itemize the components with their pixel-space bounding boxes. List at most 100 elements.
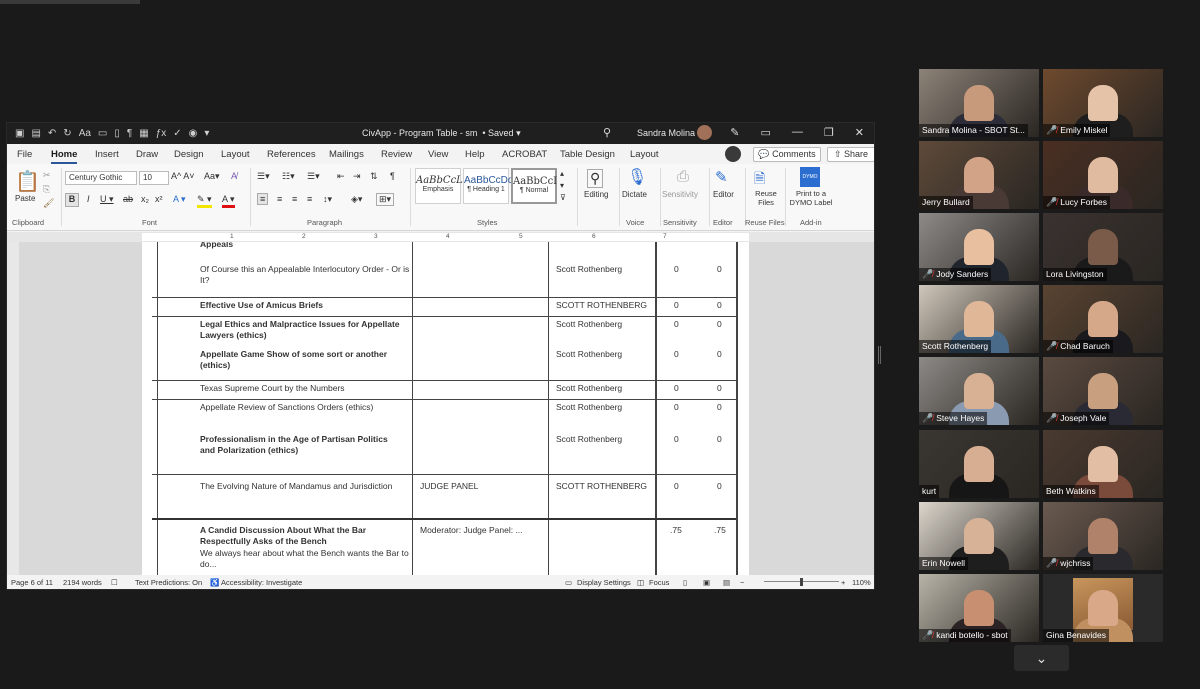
undo-icon[interactable]: ↶ xyxy=(48,127,56,140)
spelling-icon[interactable]: ✓ xyxy=(173,127,181,140)
format-painter-icon[interactable]: 🖌 xyxy=(43,198,54,209)
paste-icon[interactable]: 📋 xyxy=(15,169,40,194)
table-row[interactable]: Texas Supreme Court by the Numbers Scott… xyxy=(152,381,736,400)
multilevel-list-icon[interactable]: ☰▾ xyxy=(307,171,320,182)
dymo-button[interactable]: Print to a DYMO Label xyxy=(787,189,835,207)
participant-tile[interactable]: Gina Benavides xyxy=(1043,574,1163,642)
table-row[interactable]: Legal Ethics and Malpractice Issues for … xyxy=(152,317,736,381)
participant-tile[interactable]: Scott Rothenberg xyxy=(919,285,1039,353)
underline-button[interactable]: U ▾ xyxy=(100,194,114,205)
tab-help[interactable]: Help xyxy=(465,149,485,160)
italic-button[interactable]: I xyxy=(87,194,90,204)
accessibility-status[interactable]: Accessibility: Investigate xyxy=(221,578,302,587)
redo-icon[interactable]: ↻ xyxy=(63,127,71,140)
participant-tile[interactable]: Beth Watkins xyxy=(1043,430,1163,498)
table-row[interactable]: The Evolving Nature of Mandamus and Juri… xyxy=(152,475,736,520)
style-normal[interactable]: AaBbCcI ¶ Normal xyxy=(511,168,557,204)
proofing-icon[interactable]: ☐ xyxy=(111,578,118,587)
participant-tile[interactable]: 🎤̸ Emily Miskel xyxy=(1043,69,1163,137)
ribbon-display-icon[interactable]: ▭ xyxy=(761,126,771,139)
focus-icon[interactable]: ◫ xyxy=(637,578,644,587)
zoom-in-icon[interactable]: + xyxy=(841,578,845,587)
align-center-icon[interactable]: ≡ xyxy=(277,194,282,204)
search-icon[interactable]: ⚲ xyxy=(603,126,611,139)
share-button[interactable]: ⇧ Share xyxy=(827,147,874,162)
participant-tile[interactable]: 🎤̸ Jody Sanders xyxy=(919,213,1039,281)
chevron-down-icon[interactable]: ⌄ xyxy=(1014,645,1069,671)
focus-mode[interactable]: Focus xyxy=(649,578,669,587)
document-title[interactable]: CivApp - Program Table - sm • Saved ▾ xyxy=(362,128,521,139)
cut-icon[interactable]: ✂ xyxy=(43,170,51,181)
display-settings[interactable]: Display Settings xyxy=(577,578,631,587)
dictate-button[interactable]: Dictate xyxy=(622,190,647,199)
participant-tile[interactable]: Sandra Molina - SBOT St... xyxy=(919,69,1039,137)
font-size-icon[interactable]: Aa xyxy=(79,127,91,140)
customize-icon[interactable]: ▾ xyxy=(204,127,209,140)
circle-icon[interactable]: ◉ xyxy=(189,127,198,140)
tab-home[interactable]: Home xyxy=(51,149,78,164)
tab-layout[interactable]: Layout xyxy=(221,149,250,160)
participant-tile[interactable]: 🎤̸ wjchriss xyxy=(1043,502,1163,570)
grow-font-icon[interactable]: A^ A˅ xyxy=(171,171,195,181)
save-icon[interactable]: ▤ xyxy=(31,127,40,140)
superscript-button[interactable]: x² xyxy=(155,194,163,204)
editing-button[interactable]: Editing xyxy=(584,190,608,199)
font-name-dropdown[interactable]: Century Gothic xyxy=(65,171,137,185)
comments-button[interactable]: 💬 Comments xyxy=(753,147,821,162)
paste-button[interactable]: Paste xyxy=(15,194,35,203)
zoom-level[interactable]: 110% xyxy=(852,578,871,587)
shading-icon[interactable]: ◈▾ xyxy=(351,194,362,205)
highlight-icon[interactable]: ✎ ▾ xyxy=(197,194,212,208)
editor-button[interactable]: Editor xyxy=(713,190,734,199)
table-row[interactable]: Effective Use of Amicus Briefs SCOTT ROT… xyxy=(152,298,736,317)
user-name[interactable]: Sandra Molina xyxy=(637,128,695,138)
participant-tile[interactable]: Lora Livingston xyxy=(1043,213,1163,281)
close-icon[interactable]: ✕ xyxy=(855,126,864,139)
tab-acrobat[interactable]: ACROBAT xyxy=(502,149,547,160)
page-count[interactable]: Page 6 of 11 xyxy=(11,578,53,587)
read-mode-icon[interactable]: ▯ xyxy=(683,578,687,587)
text-predictions[interactable]: Text Predictions: On xyxy=(135,578,202,587)
participant-tile[interactable]: 🎤̸ Joseph Vale xyxy=(1043,357,1163,425)
justify-icon[interactable]: ≡ xyxy=(307,194,312,204)
word-count[interactable]: 2194 words xyxy=(63,578,102,587)
vertical-ruler[interactable] xyxy=(7,242,19,577)
table-icon[interactable]: ▦ xyxy=(139,127,148,140)
equation-icon[interactable]: ƒx xyxy=(156,127,167,140)
text-effects-icon[interactable]: A ▾ xyxy=(173,194,186,205)
zoom-slider-knob[interactable] xyxy=(800,578,803,586)
pen-icon[interactable]: ✎ xyxy=(730,126,739,139)
tab-view[interactable]: View xyxy=(428,149,448,160)
style-heading-1[interactable]: AaBbCcDdI ¶ Heading 1 xyxy=(463,168,516,204)
participant-tile[interactable]: 🎤̸ kandi botello - sbot xyxy=(919,574,1039,642)
split-view-handle[interactable] xyxy=(878,346,881,364)
borders-icon[interactable]: ⊞▾ xyxy=(376,193,395,206)
document-page[interactable]: Appeals Of Course this an Appealable Int… xyxy=(142,242,749,577)
clear-formatting-icon[interactable]: A̸ xyxy=(231,171,237,181)
autosave-icon[interactable]: ▣ xyxy=(15,127,24,140)
participant-tile[interactable]: kurt xyxy=(919,430,1039,498)
style-emphasis[interactable]: AaBbCcL Emphasis xyxy=(415,168,463,204)
horizontal-ruler[interactable]: 1 2 3 4 5 6 7 xyxy=(7,232,874,242)
change-case-icon[interactable]: Aa▾ xyxy=(204,171,220,182)
bullets-icon[interactable]: ☰▾ xyxy=(257,171,270,182)
restore-icon[interactable]: ❐ xyxy=(824,126,834,139)
tab-review[interactable]: Review xyxy=(381,149,412,160)
tab-design[interactable]: Design xyxy=(174,149,204,160)
tab-references[interactable]: References xyxy=(267,149,316,160)
print-layout-icon[interactable]: ▣ xyxy=(703,578,710,587)
line-spacing-icon[interactable]: ↕▾ xyxy=(323,194,332,205)
strikethrough-button[interactable]: ab xyxy=(123,194,133,204)
align-left-icon[interactable]: ≡ xyxy=(257,193,269,205)
tab-table-layout[interactable]: Layout xyxy=(630,149,659,160)
zoom-out-icon[interactable]: − xyxy=(740,578,744,587)
dymo-icon[interactable]: DYMO xyxy=(800,167,820,187)
sort-icon[interactable]: ⇅ xyxy=(370,171,378,182)
tab-mailings[interactable]: Mailings xyxy=(329,149,364,160)
minimize-icon[interactable]: — xyxy=(792,126,803,139)
tab-file[interactable]: File xyxy=(17,149,32,160)
numbering-icon[interactable]: ☷▾ xyxy=(282,171,295,182)
participant-tile[interactable]: 🎤̸ Lucy Forbes xyxy=(1043,141,1163,209)
align-right-icon[interactable]: ≡ xyxy=(292,194,297,204)
sensitivity-icon[interactable]: ⎙ xyxy=(677,168,689,185)
